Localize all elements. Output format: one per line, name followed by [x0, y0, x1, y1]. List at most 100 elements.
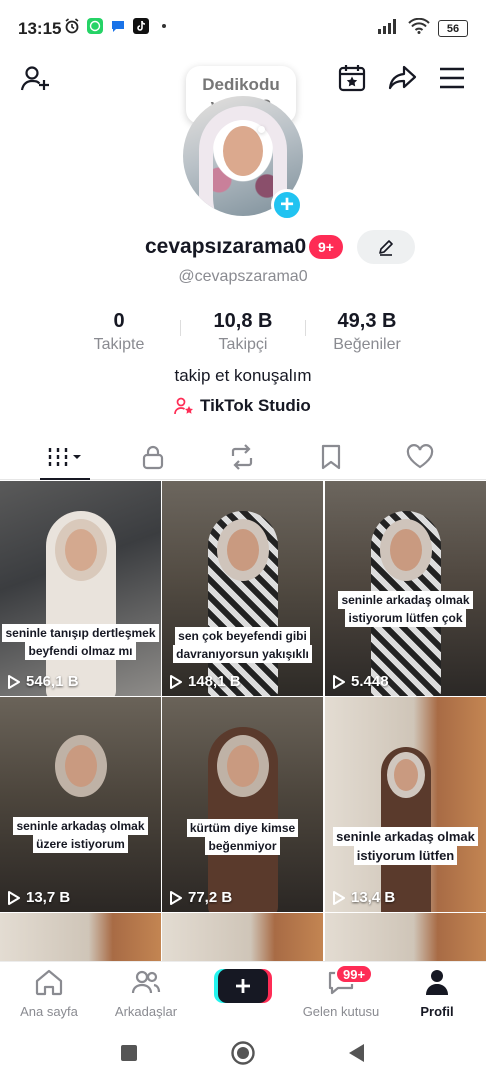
create-button[interactable]	[218, 969, 268, 1003]
home-icon	[35, 969, 63, 996]
play-icon	[8, 890, 20, 905]
pencil-icon	[379, 240, 393, 256]
video-thumbnail[interactable]: seninle arkadaş olmak istiyorum lütfen 1…	[325, 697, 486, 912]
square-icon	[121, 1045, 137, 1061]
triangle-back-icon	[349, 1044, 364, 1062]
video-caption-text: seninle arkadaş olmak istiyorum lütfen ç…	[338, 591, 473, 627]
tab-saved[interactable]	[307, 434, 355, 480]
thumbnail-background	[325, 913, 486, 961]
thumbnail-head	[216, 519, 269, 581]
video-caption: seninle arkadaş olmak üzere istiyorum	[0, 817, 161, 853]
thumbnail-background	[162, 913, 323, 961]
alarm-icon	[64, 18, 80, 34]
dot-icon	[156, 18, 172, 34]
thumbnail-head	[54, 735, 107, 797]
video-caption: seninle tanışıp dertleşmek beyfendi olma…	[0, 624, 161, 660]
add-avatar-button[interactable]: +	[271, 189, 303, 221]
video-views-count: 13,7 B	[26, 889, 71, 906]
nav-inbox-label: Gelen kutusu	[302, 1004, 380, 1019]
video-thumbnail[interactable]: sen çok beyefendi gibi davranıyorsun yak…	[162, 481, 323, 696]
studio-person-star-icon	[174, 397, 193, 415]
tab-videos[interactable]	[41, 434, 89, 480]
stat-following[interactable]: 0 Takipte	[78, 310, 160, 354]
status-bar: 13:15 56	[0, 0, 486, 60]
play-icon	[170, 890, 182, 905]
battery-icon: 56	[438, 20, 468, 37]
tiktok-icon	[133, 18, 149, 34]
status-system-icons: 56	[378, 17, 468, 39]
video-caption-text: seninle arkadaş olmak istiyorum lütfen	[333, 827, 478, 865]
thumbnail-head	[216, 735, 269, 797]
video-thumbnail[interactable]	[162, 913, 323, 961]
edit-profile-button[interactable]	[357, 230, 415, 264]
video-caption: seninle arkadaş olmak istiyorum lütfen	[325, 827, 486, 865]
video-views: 5.448	[333, 673, 389, 690]
nav-profile[interactable]: Profil	[392, 968, 482, 1019]
plus-icon	[236, 979, 250, 993]
add-friend-icon[interactable]	[16, 60, 54, 98]
thumbnail-head	[379, 519, 432, 581]
videos-grid-icon	[48, 448, 81, 466]
wifi-icon	[408, 17, 430, 39]
whatsapp-icon	[87, 18, 103, 34]
play-icon	[333, 674, 345, 689]
user-handle: @cevapszarama0	[178, 268, 308, 285]
video-grid: seninle tanışıp dertleşmek beyfendi olma…	[0, 481, 486, 961]
thumbnail-head	[386, 752, 425, 798]
tiktok-studio-link[interactable]: TikTok Studio	[174, 396, 311, 416]
back-button[interactable]	[342, 1039, 370, 1067]
stat-followers-value: 10,8 B	[213, 310, 273, 332]
stat-likes[interactable]: 49,3 B Beğeniler	[322, 310, 412, 354]
video-caption-text: seninle arkadaş olmak üzere istiyorum	[13, 817, 148, 853]
video-views-count: 5.448	[351, 673, 389, 690]
video-views-count: 13,4 B	[351, 889, 396, 906]
video-thumbnail[interactable]: seninle arkadaş olmak üzere istiyorum 13…	[0, 697, 161, 912]
heart-icon	[406, 444, 434, 469]
menu-icon[interactable]	[434, 60, 470, 96]
video-thumbnail[interactable]: seninle arkadaş olmak istiyorum lütfen ç…	[325, 481, 486, 696]
tab-reposts[interactable]	[218, 434, 266, 480]
stat-divider	[180, 320, 181, 336]
bookmark-icon	[321, 444, 341, 470]
tab-private[interactable]	[129, 434, 177, 480]
video-caption-text: sen çok beyefendi gibi davranıyorsun yak…	[173, 627, 312, 663]
share-icon[interactable]	[384, 60, 420, 96]
nav-home-label: Ana sayfa	[20, 1004, 78, 1019]
video-views: 148,1 B	[170, 673, 241, 690]
stat-following-label: Takipte	[93, 336, 145, 353]
video-caption: sen çok beyefendi gibi davranıyorsun yak…	[162, 627, 323, 663]
play-icon	[8, 674, 20, 689]
lock-icon	[142, 445, 164, 470]
stat-likes-label: Beğeniler	[333, 336, 401, 353]
calendar-star-icon[interactable]	[334, 60, 370, 96]
thumbnail-head	[54, 519, 107, 581]
thumbnail-background	[0, 913, 161, 961]
circle-icon	[231, 1041, 255, 1065]
nav-friends[interactable]: Arkadaşlar	[101, 968, 191, 1019]
stat-likes-value: 49,3 B	[337, 310, 397, 332]
stat-followers-label: Takipçi	[218, 336, 268, 353]
bubble-text-line1: Dedikodu	[202, 75, 280, 94]
video-thumbnail[interactable]	[325, 913, 486, 961]
video-thumbnail[interactable]: seninle tanışıp dertleşmek beyfendi olma…	[0, 481, 161, 696]
status-time: 13:15	[18, 19, 62, 38]
recent-apps-button[interactable]	[115, 1039, 143, 1067]
video-thumbnail[interactable]	[0, 913, 161, 961]
profile-tabs	[0, 434, 486, 480]
stat-following-value: 0	[113, 310, 125, 332]
nav-home[interactable]: Ana sayfa	[4, 968, 94, 1019]
video-views: 13,7 B	[8, 889, 70, 906]
home-button[interactable]	[229, 1039, 257, 1067]
active-tab-indicator	[40, 478, 90, 480]
nav-profile-label: Profil	[420, 1004, 454, 1019]
friends-icon	[131, 970, 161, 994]
video-views-count: 546,1 B	[26, 673, 79, 690]
tab-liked[interactable]	[396, 434, 444, 480]
stat-followers[interactable]: 10,8 B Takipçi	[198, 310, 288, 354]
inbox-badge: 99+	[335, 964, 374, 984]
stat-divider	[305, 320, 306, 336]
profile-stats: 0 Takipte 10,8 B Takipçi 49,3 B Beğenile…	[0, 310, 486, 354]
notification-badge[interactable]: 9+	[309, 235, 343, 259]
video-thumbnail[interactable]: kürtüm diye kimse beğenmiyor 77,2 B	[162, 697, 323, 912]
video-views: 546,1 B	[8, 673, 79, 690]
